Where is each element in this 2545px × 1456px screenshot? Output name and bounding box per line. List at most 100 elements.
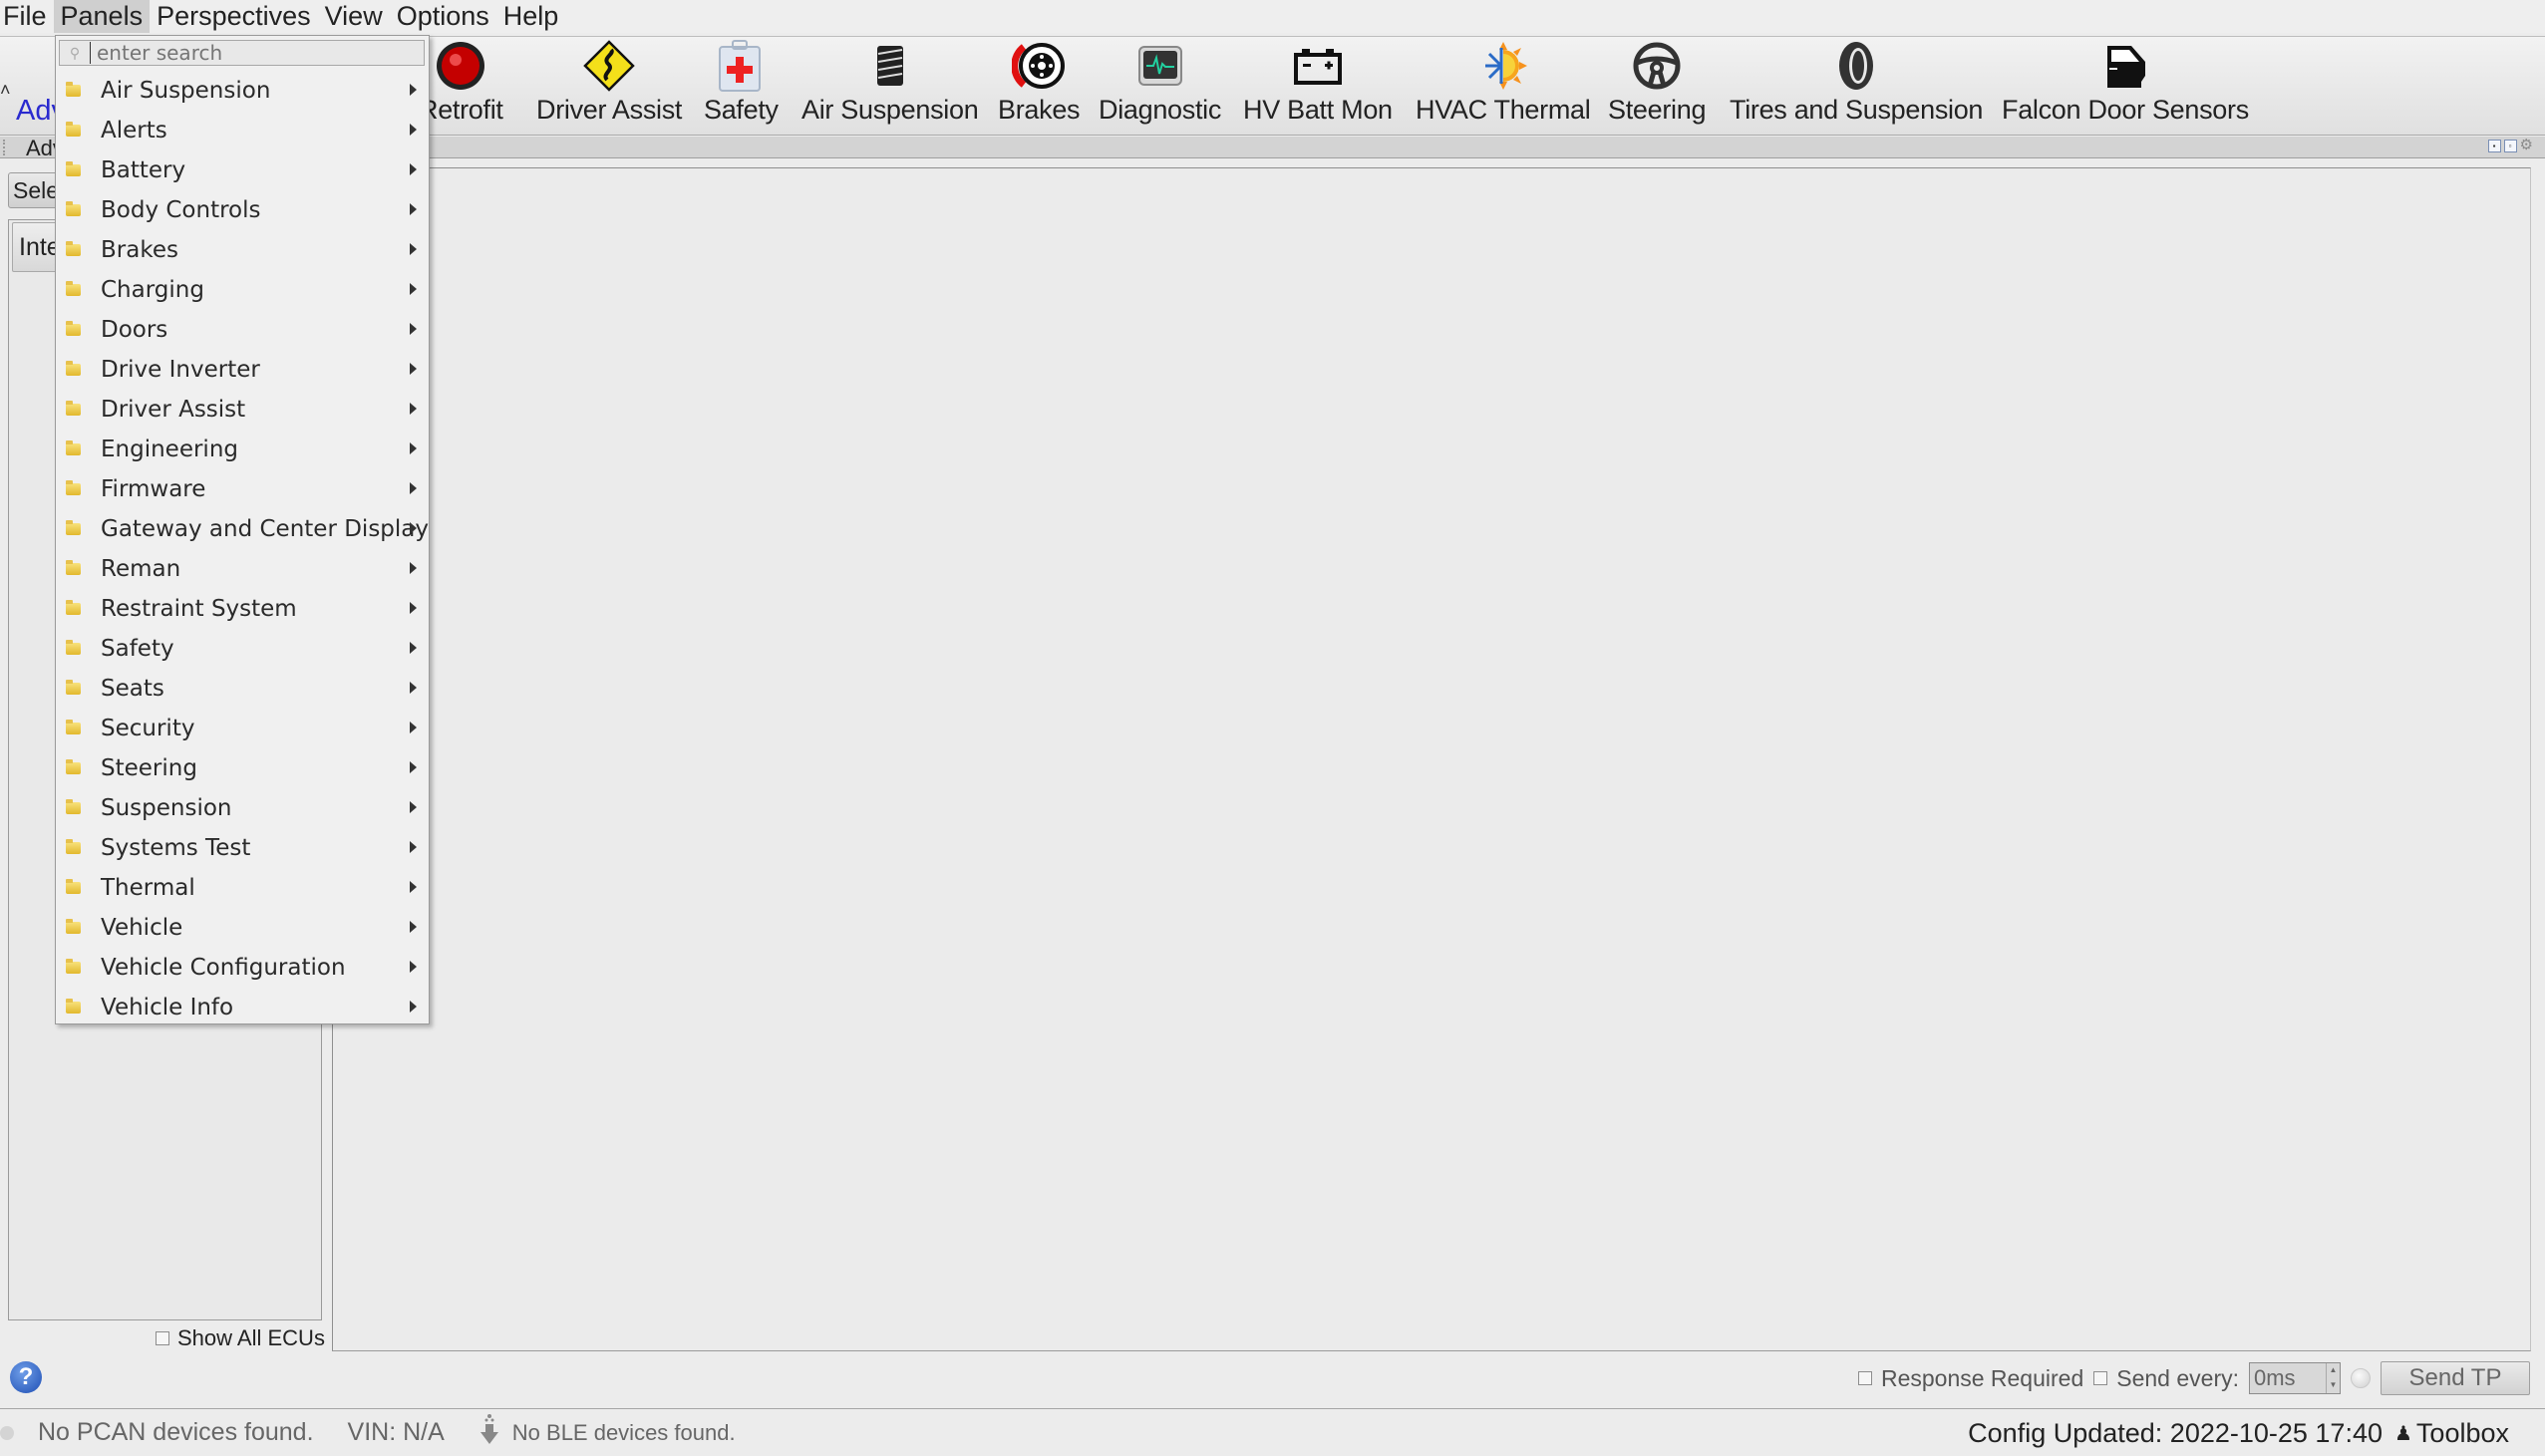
folder-icon: [66, 82, 81, 97]
panels-search-box[interactable]: ⚲: [59, 40, 425, 66]
panels-menu-item-label: Security: [101, 716, 195, 741]
panels-menu-item[interactable]: Doors: [56, 310, 429, 350]
folder-icon: [66, 879, 81, 894]
toolbar-hvac-thermal-button[interactable]: HVAC Thermal: [1416, 37, 1591, 137]
submenu-arrow-icon: [410, 642, 417, 654]
submenu-arrow-icon: [410, 801, 417, 813]
panels-menu-item-label: Driver Assist: [101, 397, 246, 423]
submenu-arrow-icon: [410, 482, 417, 494]
status-bar: No PCAN devices found. VIN: N/A No BLE d…: [0, 1408, 2545, 1456]
menu-view[interactable]: View: [318, 0, 390, 33]
snowflake-sun-icon: [1477, 37, 1529, 95]
panels-menu-item[interactable]: Engineering: [56, 430, 429, 469]
checkbox-box[interactable]: [1857, 1371, 1872, 1385]
toolbar-retrofit-button[interactable]: Retrofit: [419, 37, 503, 137]
submenu-arrow-icon: [410, 522, 417, 534]
submenu-arrow-icon: [410, 722, 417, 733]
toolbar-tires-suspension-button[interactable]: Tires and Suspension: [1730, 37, 1983, 137]
show-all-ecus-checkbox[interactable]: Show All ECUs: [156, 1325, 325, 1351]
panels-menu-item[interactable]: Brakes: [56, 230, 429, 270]
toolbar-falcon-door-sensors-button[interactable]: Falcon Door Sensors: [2002, 37, 2249, 137]
menu-file[interactable]: File: [0, 0, 54, 33]
panels-search-input[interactable]: [90, 42, 409, 64]
submenu-arrow-icon: [410, 562, 417, 574]
send-interval-spinner[interactable]: 0ms ▲ ▼: [2249, 1362, 2341, 1394]
panels-menu-item-label: Drive Inverter: [101, 357, 260, 383]
panels-menu-item[interactable]: Security: [56, 709, 429, 748]
panels-menu-item-label: Thermal: [101, 875, 195, 901]
panels-menu-item[interactable]: Seats: [56, 669, 429, 709]
pcan-status: No PCAN devices found.: [38, 1418, 314, 1446]
toolbar-safety-button[interactable]: Safety: [704, 37, 779, 137]
panels-menu-item[interactable]: Gateway and Center Display: [56, 509, 429, 549]
menu-perspectives[interactable]: Perspectives: [150, 0, 318, 33]
panels-menu-item[interactable]: Reman: [56, 549, 429, 589]
panels-menu-item[interactable]: Suspension: [56, 788, 429, 828]
toolbar-steering-button[interactable]: Steering: [1608, 37, 1706, 137]
spinner-down-icon[interactable]: ▼: [2327, 1378, 2340, 1393]
winding-road-sign-icon: [583, 37, 635, 95]
folder-icon: [66, 241, 81, 256]
user-icon: ♟: [2393, 1422, 2412, 1445]
gear-icon[interactable]: ⚙: [2520, 138, 2533, 152]
toolbar-air-suspension-button[interactable]: Air Suspension: [801, 37, 979, 137]
submenu-arrow-icon: [410, 682, 417, 694]
panels-menu-item-label: Doors: [101, 317, 168, 343]
folder-icon: [66, 361, 81, 376]
dock-restore-button[interactable]: ▪: [2487, 139, 2501, 152]
panels-menu-item-label: Alerts: [101, 118, 167, 144]
panels-menu-item[interactable]: Alerts: [56, 111, 429, 150]
toolbar-driver-assist-button[interactable]: Driver Assist: [536, 37, 682, 137]
menu-options[interactable]: Options: [390, 0, 496, 33]
toolbar-label: Steering: [1608, 95, 1707, 125]
toolbar-label: Diagnostic: [1099, 95, 1222, 125]
menu-help[interactable]: Help: [496, 0, 566, 33]
submenu-arrow-icon: [410, 921, 417, 933]
panels-menu-item[interactable]: Driver Assist: [56, 390, 429, 430]
folder-icon: [66, 201, 81, 216]
panels-menu-item-label: Gateway and Center Display: [101, 516, 429, 542]
panels-menu-item[interactable]: Charging: [56, 270, 429, 310]
vin-status: VIN: N/A: [347, 1418, 445, 1446]
panels-menu-item[interactable]: Battery: [56, 150, 429, 190]
panels-menu-item[interactable]: Vehicle: [56, 908, 429, 948]
folder-icon: [66, 839, 81, 854]
checkbox-box[interactable]: [156, 1331, 169, 1345]
panels-menu-item-label: Engineering: [101, 437, 238, 462]
panels-menu-item[interactable]: Safety: [56, 629, 429, 669]
checkbox-box[interactable]: [2093, 1371, 2108, 1385]
toolbar-grip-icon: ˄: [0, 80, 11, 100]
folder-icon: [66, 680, 81, 695]
toolbar-label: Driver Assist: [536, 95, 683, 125]
spinner-up-icon[interactable]: ▲: [2327, 1363, 2340, 1378]
send-every-checkbox[interactable]: Send every:: [2093, 1365, 2239, 1392]
panels-menu-item[interactable]: Systems Test: [56, 828, 429, 868]
dock-maximize-button[interactable]: ▫: [2503, 139, 2517, 152]
send-interval-value[interactable]: 0ms: [2254, 1365, 2296, 1391]
toolbar-hv-batt-mon-button[interactable]: HV Batt Mon: [1243, 37, 1393, 137]
help-icon[interactable]: ?: [10, 1361, 42, 1393]
send-every-label: Send every:: [2116, 1364, 2239, 1391]
toolbar-brakes-button[interactable]: Brakes: [998, 37, 1081, 137]
panels-menu-item[interactable]: Thermal: [56, 868, 429, 908]
response-required-checkbox[interactable]: Response Required: [1857, 1365, 2083, 1392]
panels-menu-item[interactable]: Restraint System: [56, 589, 429, 629]
spinner-arrows: ▲ ▼: [2326, 1363, 2340, 1393]
toolbar-label: Retrofit: [419, 95, 503, 125]
toolbar-diagnostic-button[interactable]: Diagnostic: [1099, 37, 1221, 137]
panels-menu-item[interactable]: Vehicle Configuration: [56, 948, 429, 988]
submenu-arrow-icon: [410, 163, 417, 175]
panels-menu-item[interactable]: Vehicle Info: [56, 988, 429, 1027]
send-tp-button[interactable]: Send TP: [2381, 1361, 2530, 1395]
car-door-icon: [2101, 37, 2149, 95]
panels-menu-item[interactable]: Firmware: [56, 469, 429, 509]
panels-menu-item[interactable]: Body Controls: [56, 190, 429, 230]
menu-panels[interactable]: Panels: [53, 0, 151, 33]
folder-icon: [66, 919, 81, 934]
panels-menu-item[interactable]: Air Suspension: [56, 71, 429, 111]
panels-menu-item[interactable]: Steering: [56, 748, 429, 788]
user-name[interactable]: Toolbox: [2416, 1418, 2509, 1449]
show-all-ecus-label: Show All ECUs: [177, 1325, 325, 1350]
dock-grip-handle[interactable]: [3, 140, 8, 155]
panels-menu-item[interactable]: Drive Inverter: [56, 350, 429, 390]
